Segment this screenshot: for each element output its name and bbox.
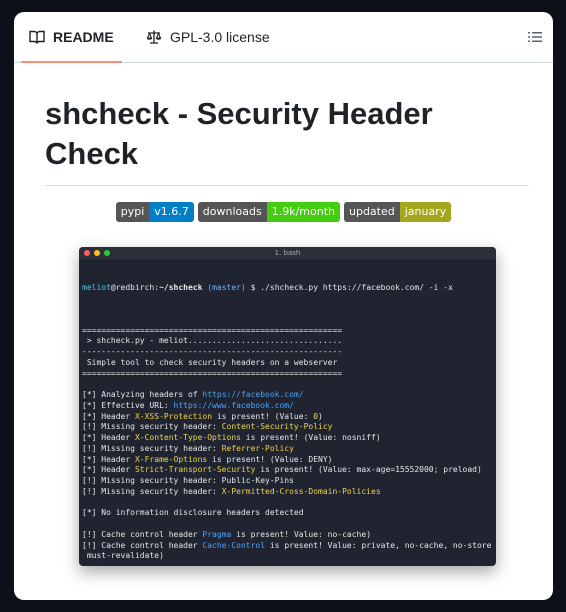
terminal-line: [!] Cache control header Cache-Control i… <box>82 541 493 552</box>
terminal-text: [*] Header <box>82 465 135 475</box>
readme-tabs: README GPL-3.0 license <box>14 12 553 63</box>
book-icon <box>29 30 45 45</box>
terminal-line: ========================================… <box>82 369 493 380</box>
updated-badge[interactable]: updated january <box>343 202 452 222</box>
terminal-line: [!] Cache control header Pragma is prese… <box>82 530 493 541</box>
terminal-line: ========================================… <box>82 326 493 337</box>
badge-value: v1.6.7 <box>149 202 194 222</box>
terminal-text: is present! Value: no-cache) <box>231 529 372 539</box>
terminal-lines: ========================================… <box>82 315 493 567</box>
outline-button[interactable] <box>523 27 547 47</box>
terminal-text: Referrer-Policy <box>221 443 294 453</box>
terminal-text: [*] Analyzing headers of <box>82 390 203 399</box>
terminal-text: X-Frame-Options <box>134 454 208 464</box>
badge-value: january <box>399 202 452 222</box>
page-title: shcheck - Security Header Check <box>45 96 433 171</box>
terminal-text: [*] Header <box>82 454 135 464</box>
terminal-line: [*] Header Strict-Transport-Security is … <box>82 465 493 476</box>
terminal-line: ----------------------------------------… <box>82 347 493 358</box>
terminal-line: [!] Missing security header: X-Permitted… <box>82 487 493 498</box>
terminal-output: meliot@redbirch:~/shcheck (master) $ ./s… <box>79 259 496 567</box>
terminal-line: [!] Missing security header: Content-Sec… <box>82 422 493 433</box>
badge-label: updated <box>343 202 400 222</box>
terminal-text: [*] Header <box>82 433 135 442</box>
terminal-text: [!] Missing security header: <box>82 422 222 432</box>
terminal-line: > shcheck.py - meliot...................… <box>82 336 493 347</box>
terminal-text: [!] Missing security header: <box>82 486 222 496</box>
terminal-text: is present! (Value: max-age=15552000; pr… <box>255 465 482 475</box>
terminal-text: [!] Missing security header: <box>82 443 222 453</box>
readme-card: README GPL-3.0 license shcheck - Securit… <box>14 12 553 600</box>
terminal-text: [*] No information disclosure headers de… <box>82 508 304 518</box>
terminal-line: [!] Missing security header: Public-Key-… <box>82 476 493 487</box>
tab-readme[interactable]: README <box>21 12 122 63</box>
terminal-text: Strict-Transport-Security <box>134 465 256 475</box>
terminal-text: Pragma <box>202 529 232 539</box>
terminal-text: is present! (Value: DENY) <box>207 454 333 464</box>
downloads-badge[interactable]: downloads 1.9k/month <box>197 202 340 222</box>
terminal-text: is present! Value: private, no-cache, no… <box>265 540 493 550</box>
terminal-text: > shcheck.py - meliot...................… <box>82 336 343 346</box>
terminal-line: [*] No information disclosure headers de… <box>82 508 493 519</box>
prompt-user: meliot <box>82 282 111 292</box>
law-icon <box>146 30 162 44</box>
terminal-text: Simple tool to check security headers on… <box>82 357 338 367</box>
terminal-text: ----------------------------------------… <box>82 347 343 356</box>
terminal-text: https://facebook.com/ <box>202 390 304 399</box>
title-divider <box>45 185 529 186</box>
terminal-text: is present! (Value: nosniff) <box>240 433 381 442</box>
tab-readme-label: README <box>53 29 114 45</box>
badge-value: 1.9k/month <box>266 202 340 222</box>
terminal-text: Content-Security-Policy <box>221 422 333 432</box>
terminal-prompt-line: meliot@redbirch:~/shcheck (master) $ ./s… <box>82 283 493 294</box>
terminal-text: ) <box>318 411 323 421</box>
terminal-text: [!] Cache control header <box>82 529 203 539</box>
terminal-line: [*] Effective URL: https://www.facebook.… <box>82 401 493 412</box>
terminal-line: [*] Header X-Content-Type-Options is pre… <box>82 433 493 444</box>
terminal-text: ----------------------------------------… <box>82 562 342 566</box>
terminal-text: X-Content-Type-Options <box>134 433 241 442</box>
pypi-badge[interactable]: pypi v1.6.7 <box>115 202 194 222</box>
list-outline-icon <box>528 32 542 42</box>
badge-label: pypi <box>115 202 150 222</box>
badge-label: downloads <box>197 202 267 222</box>
terminal-text: ========================================… <box>82 368 343 378</box>
terminal-line: [*] Header X-Frame-Options is present! (… <box>82 455 493 466</box>
terminal-text: [!] Cache control header <box>82 540 203 550</box>
terminal-text: Cache-Control <box>202 540 266 550</box>
terminal-line: [*] Analyzing headers of https://faceboo… <box>82 390 493 401</box>
terminal-text: [*] Effective URL: <box>82 400 174 410</box>
prompt-path: ~/shcheck <box>159 282 203 292</box>
prompt-branch: (master) <box>207 282 246 292</box>
tab-license[interactable]: GPL-3.0 license <box>138 12 278 62</box>
terminal-text: ========================================… <box>82 325 343 335</box>
prompt-host: @redbirch: <box>110 282 160 292</box>
terminal-text: is present! (Value: <box>212 411 314 421</box>
terminal-window-title: 1. bash <box>274 249 301 257</box>
tab-license-label: GPL-3.0 license <box>170 29 270 45</box>
terminal-line: [!] Missing security header: Referrer-Po… <box>82 444 493 455</box>
terminal-line: Simple tool to check security headers on… <box>82 358 493 369</box>
terminal-line: [*] Header X-XSS-Protection is present! … <box>82 412 493 423</box>
terminal-text: https://www.facebook.com/ <box>173 400 294 410</box>
terminal-line: must-revalidate) <box>82 551 493 562</box>
terminal-text: X-Permitted-Cross-Domain-Policies <box>221 486 381 496</box>
badge-row: pypi v1.6.7 downloads 1.9k/month updated… <box>14 202 553 222</box>
terminal-line: ----------------------------------------… <box>82 562 493 566</box>
terminal-screenshot: 1. bash meliot@redbirch:~/shcheck (maste… <box>79 247 496 566</box>
terminal-text: [*] Header <box>82 411 135 421</box>
terminal-title-bar: 1. bash <box>79 247 496 259</box>
terminal-text: [!] Missing security header: Public-Key-… <box>82 476 294 485</box>
prompt-command: $ ./shcheck.py https://facebook.com/ -i … <box>245 282 453 292</box>
terminal-text: X-XSS-Protection <box>134 411 213 421</box>
terminal-text: must-revalidate) <box>82 551 164 561</box>
